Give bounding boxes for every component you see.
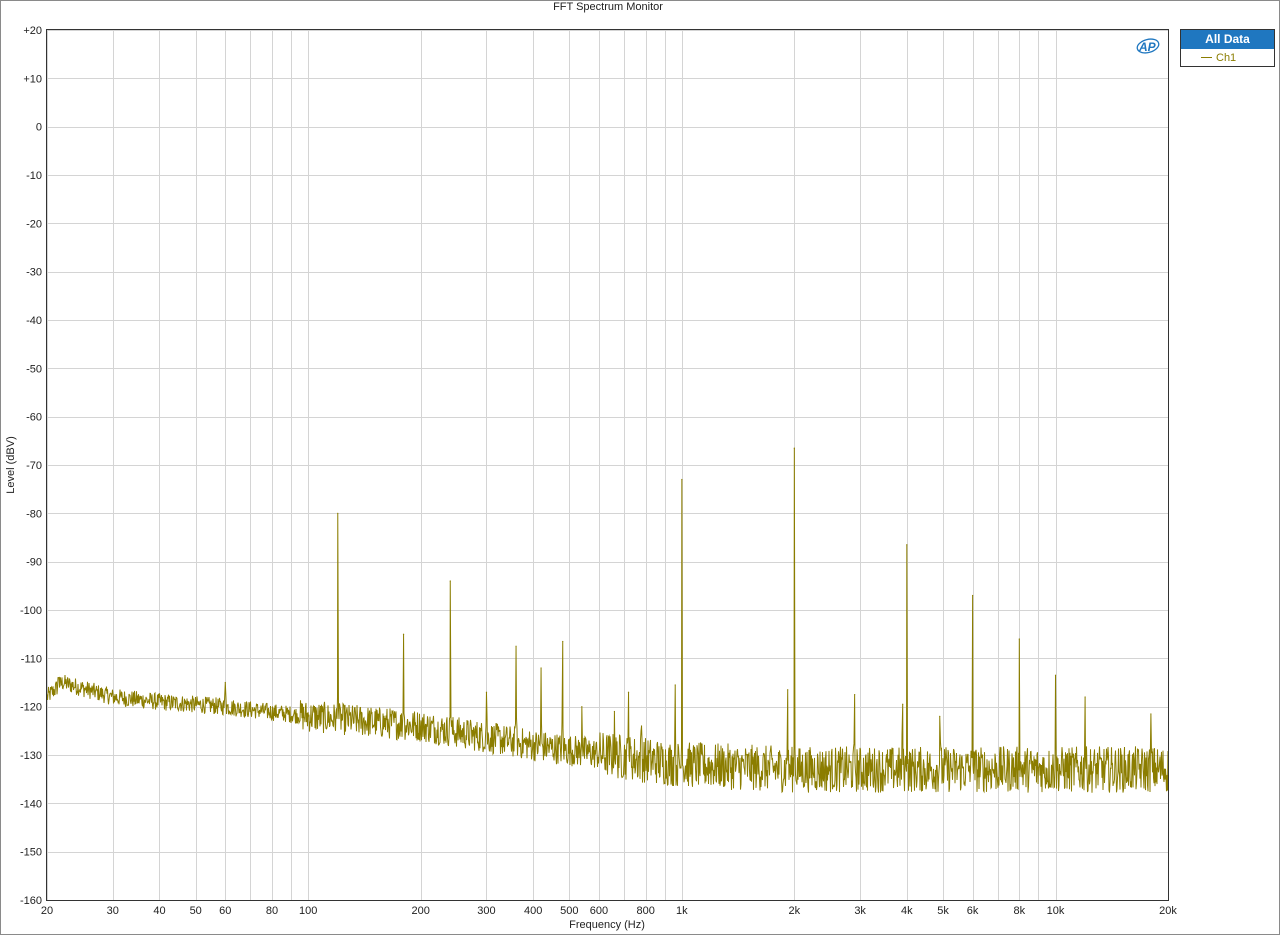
y-tick-label: -140 bbox=[20, 798, 42, 810]
y-tick-label: -90 bbox=[26, 557, 42, 569]
y-tick-label: -30 bbox=[26, 267, 42, 279]
x-tick-label: 500 bbox=[560, 905, 578, 917]
y-tick-label: -70 bbox=[26, 460, 42, 472]
x-tick-label: 1k bbox=[676, 905, 688, 917]
x-tick-label: 100 bbox=[299, 905, 317, 917]
x-tick-label: 20 bbox=[41, 905, 53, 917]
y-tick-label: -160 bbox=[20, 895, 42, 907]
peak-point bbox=[449, 580, 451, 582]
y-tick-label: -130 bbox=[20, 750, 42, 762]
x-tick-label: 3k bbox=[854, 905, 866, 917]
x-tick-label: 30 bbox=[107, 905, 119, 917]
y-tick-label: -80 bbox=[26, 508, 42, 520]
legend-label: Ch1 bbox=[1216, 51, 1237, 64]
peak-point bbox=[627, 691, 630, 693]
peak-point bbox=[902, 703, 904, 705]
y-tick-label: -60 bbox=[26, 412, 42, 424]
y-tick-label: -10 bbox=[26, 170, 42, 182]
ap-logo: AP bbox=[1136, 38, 1160, 54]
x-tick-label: 4k bbox=[901, 905, 913, 917]
x-axis-title: Frequency (Hz) bbox=[569, 919, 645, 931]
peak-point bbox=[1054, 674, 1057, 676]
x-tick-label: 800 bbox=[636, 905, 654, 917]
peak-point bbox=[224, 681, 226, 684]
y-tick-label: -40 bbox=[26, 315, 42, 327]
x-tick-label: 2k bbox=[789, 905, 801, 917]
peak-point bbox=[1018, 638, 1020, 640]
peak-point bbox=[906, 544, 908, 546]
x-axis-ticks: 20 30 40 50 60 80 100 200 300 400 500 600 800 1k 2k 3k 4… bbox=[41, 905, 1177, 917]
peak-point bbox=[515, 645, 517, 647]
y-tick-label: -120 bbox=[20, 702, 42, 714]
peak-point bbox=[640, 725, 643, 727]
y-tick-label: +10 bbox=[23, 73, 42, 85]
peak-point bbox=[972, 594, 974, 597]
peak-point bbox=[581, 706, 583, 708]
peak-point bbox=[1084, 696, 1086, 698]
x-tick-label: 50 bbox=[190, 905, 202, 917]
x-tick-label: 6k bbox=[967, 905, 979, 917]
fft-chart: 20 30 40 50 60 80 100 200 300 400 500 600 800 1k 2k 3k 4… bbox=[5, 25, 1177, 931]
x-tick-label: 10k bbox=[1047, 905, 1065, 917]
y-tick-label: 0 bbox=[36, 122, 42, 134]
x-tick-label: 400 bbox=[524, 905, 542, 917]
peak-point bbox=[674, 684, 676, 686]
x-tick-label: 600 bbox=[590, 905, 608, 917]
y-tick-label: -110 bbox=[21, 653, 42, 665]
peak-point bbox=[337, 512, 339, 514]
series-line-ch1 bbox=[46, 448, 1169, 794]
peak-point bbox=[540, 667, 542, 669]
legend-header[interactable]: All Data bbox=[1181, 30, 1274, 49]
y-axis-ticks: +20 +10 0 -10 -20 -30 -40 -50 -60 -70 -80 -90 -100 -1… bbox=[20, 25, 42, 907]
x-tick-label: 8k bbox=[1013, 905, 1025, 917]
peak-point bbox=[787, 689, 789, 691]
x-tick-label: 300 bbox=[477, 905, 495, 917]
svg-text:AP: AP bbox=[1138, 40, 1157, 54]
peak-point bbox=[402, 633, 405, 635]
peak-point bbox=[1150, 713, 1152, 715]
legend: All Data Ch1 bbox=[1180, 29, 1275, 67]
x-tick-label: 5k bbox=[937, 905, 949, 917]
series-layer bbox=[46, 447, 1169, 794]
peak-point bbox=[562, 640, 564, 643]
x-tick-label: 200 bbox=[411, 905, 429, 917]
x-tick-label: 60 bbox=[219, 905, 231, 917]
x-tick-label: 20k bbox=[1159, 905, 1177, 917]
peak-point bbox=[939, 715, 941, 717]
peak-point bbox=[58, 677, 60, 679]
legend-item-ch1[interactable]: Ch1 bbox=[1181, 49, 1274, 66]
y-tick-label: +20 bbox=[23, 25, 42, 37]
peak-point bbox=[854, 693, 856, 696]
y-tick-label: -150 bbox=[20, 847, 42, 859]
peak-point bbox=[485, 691, 488, 693]
x-tick-label: 40 bbox=[153, 905, 165, 917]
peak-point bbox=[793, 447, 795, 449]
y-tick-label: -50 bbox=[26, 363, 42, 375]
x-tick-label: 80 bbox=[266, 905, 278, 917]
y-tick-label: -100 bbox=[20, 605, 42, 617]
peak-point bbox=[681, 478, 683, 481]
peak-point bbox=[613, 710, 616, 713]
y-axis-title: Level (dBV) bbox=[5, 436, 17, 493]
y-tick-label: -20 bbox=[26, 218, 42, 230]
legend-swatch bbox=[1201, 57, 1212, 58]
